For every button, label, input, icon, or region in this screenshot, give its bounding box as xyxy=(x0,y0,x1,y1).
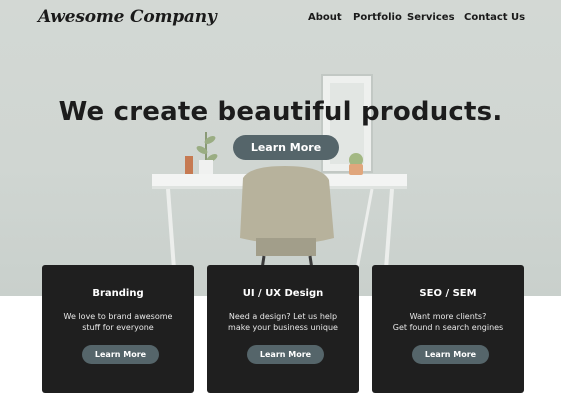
branding-learn-more-button[interactable]: Learn More xyxy=(82,345,159,364)
nav-link-services[interactable]: Services xyxy=(407,12,455,23)
ui-ux-learn-more-button[interactable]: Learn More xyxy=(247,345,324,364)
card-description: Need a design? Let us help make your bus… xyxy=(228,312,338,332)
card-title: UI / UX Design xyxy=(242,288,324,299)
main-nav: About Portfolio Services Contact Us xyxy=(0,12,561,26)
hero-headline: We create beautiful products. xyxy=(58,97,503,127)
service-card-ui-ux-design: UI / UX Design Need a design? Let us hel… xyxy=(207,265,359,393)
service-card-seo-sem: SEO / SEM Want more clients? Get found n… xyxy=(372,265,524,393)
card-description: We love to brand awesome stuff for every… xyxy=(63,312,173,332)
nav-link-portfolio[interactable]: Portfolio xyxy=(353,12,402,23)
nav-link-contact-us[interactable]: Contact Us xyxy=(464,12,525,23)
card-title: SEO / SEM xyxy=(419,288,477,299)
card-title: Branding xyxy=(92,288,144,299)
service-card-branding: Branding We love to brand awesome stuff … xyxy=(42,265,194,393)
seo-sem-learn-more-button[interactable]: Learn More xyxy=(412,345,489,364)
card-description: Want more clients? Get found n search en… xyxy=(392,312,504,332)
hero-learn-more-button[interactable]: Learn More xyxy=(233,135,339,160)
nav-link-about[interactable]: About xyxy=(308,12,342,23)
